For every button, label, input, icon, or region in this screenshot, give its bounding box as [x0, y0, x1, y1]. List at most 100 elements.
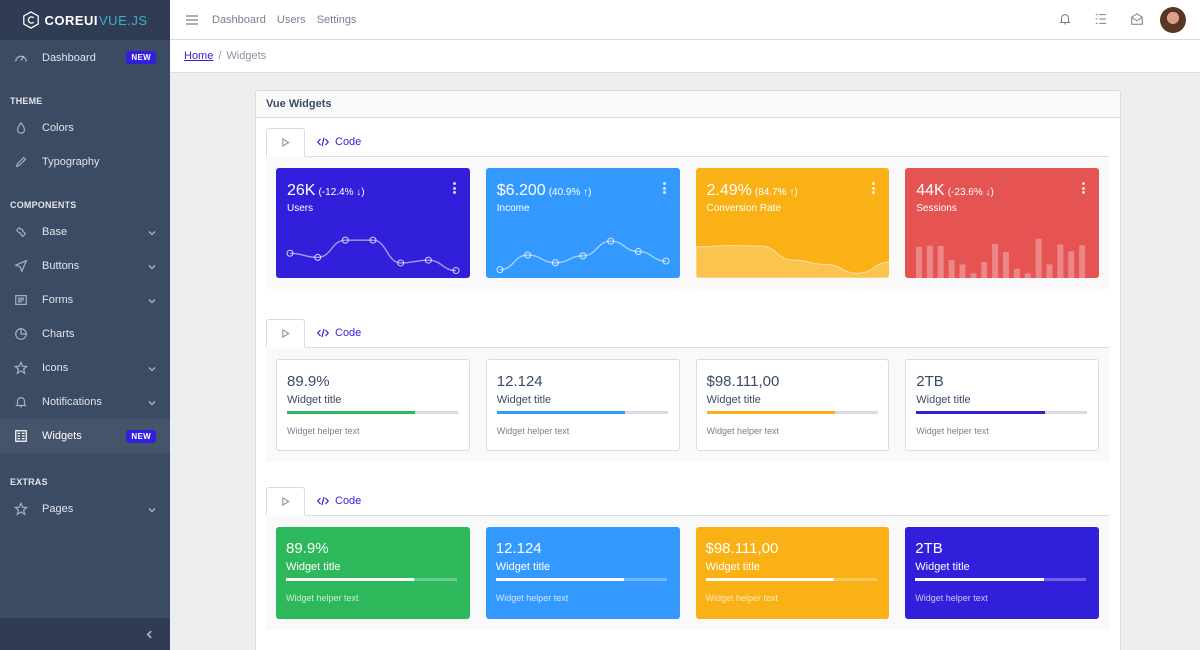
- income-widget: $6.200 (40.9% ↑) Income: [485, 168, 680, 278]
- progress-bar: [496, 411, 668, 414]
- header-link-settings[interactable]: Settings: [317, 14, 357, 26]
- coreui-logo-icon: [23, 11, 40, 29]
- sidebar-item-icons[interactable]: Icons: [0, 351, 170, 385]
- bell-icon: [14, 395, 28, 409]
- sidebar-item-notifications[interactable]: Notifications: [0, 385, 170, 419]
- sidebar-item-dashboard[interactable]: Dashboard NEW: [0, 40, 170, 75]
- bar: [1003, 252, 1010, 278]
- tab-code[interactable]: Code: [305, 127, 373, 156]
- code-icon: [316, 328, 330, 338]
- colored-progress-widget: 89.9% Widget title Widget helper text: [276, 527, 470, 619]
- sidebar-item-buttons[interactable]: Buttons: [0, 249, 170, 283]
- play-icon: [282, 329, 290, 338]
- chevron-down-icon: [148, 505, 156, 513]
- bar: [959, 264, 966, 278]
- widget-change: (40.9% ↑): [548, 187, 592, 198]
- widget-value: 12.124: [496, 373, 543, 390]
- more-options-icon[interactable]: [662, 182, 666, 196]
- more-options-icon[interactable]: [872, 182, 876, 196]
- speedometer-icon: [14, 51, 28, 65]
- envelope-icon[interactable]: [1130, 12, 1144, 29]
- sidebar-item-forms[interactable]: Forms: [0, 283, 170, 317]
- chevron-down-icon: [148, 228, 156, 236]
- sidebar-item-charts[interactable]: Charts: [0, 317, 170, 351]
- brand[interactable]: COREUIVUE.JS: [0, 0, 170, 40]
- new-badge: NEW: [126, 429, 156, 443]
- drop-icon: [14, 121, 28, 135]
- widget-value: $6.200: [496, 182, 546, 199]
- series-area: [695, 245, 890, 278]
- bar: [1057, 244, 1064, 278]
- chart-widgets-section: Code 26K (-12.4% ↓) Users $6.200 (40.9% ↑)…: [266, 128, 1109, 289]
- tabs: Code: [266, 319, 1109, 348]
- nav-title-extras: EXTRAS: [10, 477, 48, 487]
- chevron-down-icon: [148, 262, 156, 270]
- more-options-icon[interactable]: [452, 182, 456, 196]
- chart-pie-icon: [14, 327, 28, 341]
- more-options-icon[interactable]: [1082, 182, 1085, 196]
- task-list-icon[interactable]: [1094, 12, 1108, 29]
- tab-code[interactable]: Code: [305, 486, 373, 515]
- header-link-users[interactable]: Users: [277, 14, 306, 26]
- tab-preview[interactable]: [266, 128, 305, 157]
- progress-widget: $98.111,00 Widget title Widget helper te…: [695, 359, 890, 451]
- widget-title: Widget title: [286, 561, 341, 573]
- bar: [1068, 251, 1075, 278]
- widget-title: Widget title: [706, 394, 761, 406]
- tab-preview[interactable]: [266, 319, 305, 348]
- sidebar-item-colors[interactable]: Colors: [0, 111, 170, 145]
- widgets-row: 89.9% Widget title Widget helper text 12…: [266, 348, 1109, 462]
- header-link-dashboard[interactable]: Dashboard: [212, 14, 266, 26]
- widget-helper-text: Widget helper text: [916, 426, 989, 436]
- chevron-left-icon: [146, 629, 152, 639]
- user-avatar[interactable]: [1160, 7, 1186, 33]
- widget-value: 89.9%: [286, 540, 329, 557]
- bar: [938, 246, 944, 278]
- income-sparkline: [496, 237, 670, 274]
- header-actions: [1058, 0, 1186, 40]
- chevron-down-icon: [148, 364, 156, 372]
- cursor-icon: [14, 259, 28, 273]
- sidebar-minimize-button[interactable]: [0, 618, 170, 650]
- chevron-down-icon: [148, 398, 156, 406]
- widget-value: $98.111,00: [706, 373, 780, 390]
- bar: [1079, 245, 1086, 278]
- bar: [1014, 268, 1021, 278]
- puzzle-icon: [14, 225, 28, 239]
- bar: [1046, 264, 1053, 278]
- progress-widget: 89.9% Widget title Widget helper text: [276, 359, 470, 451]
- widget-title: Widget title: [496, 394, 552, 406]
- widget-helper-text: Widget helper text: [705, 593, 779, 603]
- progress-bar: [495, 578, 667, 581]
- progress-bar: [916, 411, 1088, 414]
- chevron-down-icon: [148, 296, 156, 304]
- breadcrumb-current: Widgets: [226, 50, 267, 62]
- progress-bar: [705, 578, 877, 581]
- pencil-icon: [14, 155, 28, 169]
- progress-bar: [286, 578, 457, 581]
- sidebar-item-widgets[interactable]: Widgets NEW: [0, 419, 170, 453]
- widget-title: Sessions: [916, 203, 957, 214]
- menu-toggle-icon[interactable]: [186, 14, 198, 25]
- bar: [1025, 273, 1031, 278]
- bar: [927, 245, 934, 278]
- tab-preview[interactable]: [266, 487, 305, 516]
- widget-helper-text: Widget helper text: [496, 426, 570, 436]
- sidebar-nav: Dashboard NEW THEME Colors Typography CO…: [0, 40, 170, 526]
- sessions-bar-chart: [916, 238, 1086, 278]
- tab-code[interactable]: Code: [305, 318, 373, 347]
- sidebar-item-typography[interactable]: Typography: [0, 145, 170, 179]
- sidebar-item-base[interactable]: Base: [0, 215, 170, 249]
- bell-icon[interactable]: [1058, 12, 1072, 29]
- widget-title: Conversion Rate: [706, 203, 781, 214]
- play-icon: [282, 138, 290, 147]
- widget-helper-text: Widget helper text: [495, 593, 569, 603]
- users-widget: 26K (-12.4% ↓) Users: [276, 168, 470, 278]
- breadcrumb-home-link[interactable]: Home: [184, 50, 213, 62]
- progress-bar: [915, 578, 1087, 581]
- sidebar-item-pages[interactable]: Pages: [0, 492, 170, 526]
- colored-progress-widget: 2TB Widget title Widget helper text: [905, 527, 1099, 619]
- header-nav: Dashboard Users Settings: [212, 14, 364, 26]
- progress-widgets-section: Code 89.9% Widget title Widget helper te…: [266, 319, 1109, 462]
- widgets-card: Vue Widgets Code 26K (-12.4% ↓) Users $6.…: [255, 90, 1121, 650]
